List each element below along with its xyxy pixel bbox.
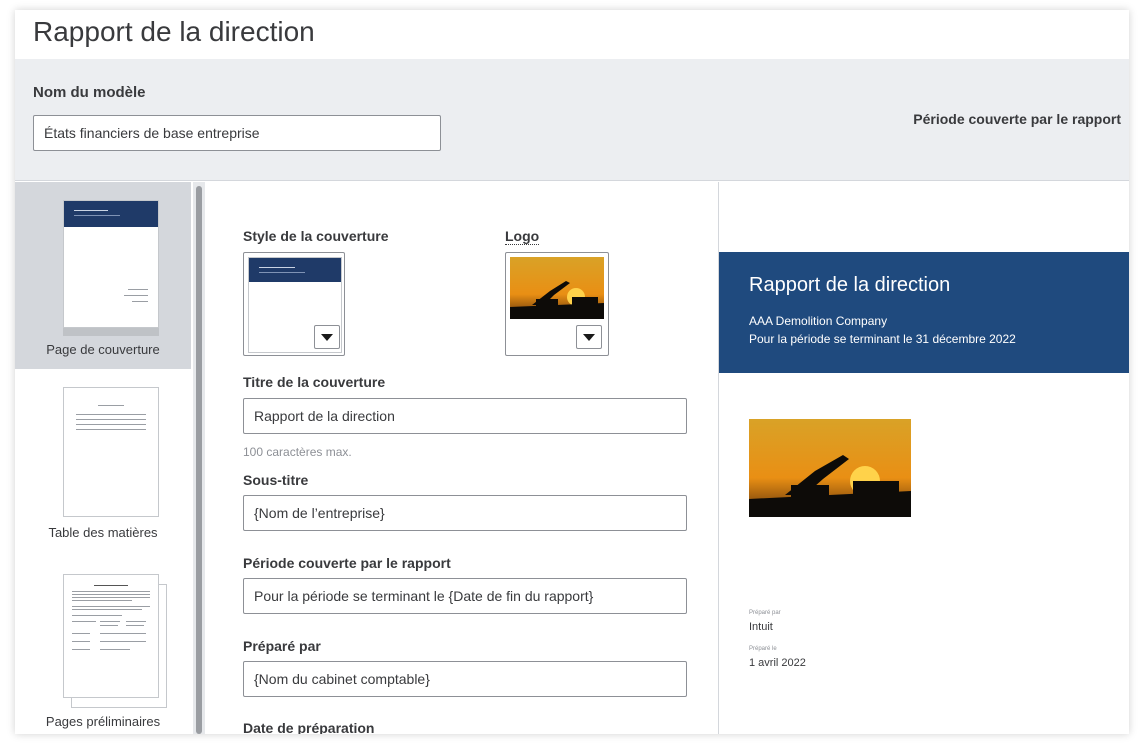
preview-prepared-by-caption: Préparé par — [749, 610, 781, 616]
preview-prepared-on-caption: Préparé le — [749, 646, 777, 652]
logo-label[interactable]: Logo — [505, 228, 540, 245]
logo-dropdown-button[interactable] — [576, 325, 602, 349]
preview-company: AAA Demolition Company — [749, 314, 888, 328]
template-header: Nom du modèle Période couverte par le ra… — [15, 59, 1129, 181]
cover-title-input[interactable] — [243, 398, 687, 434]
scrollbar-thumb[interactable] — [196, 186, 202, 734]
cover-style-label: Style de la couverture — [243, 228, 389, 244]
sidebar-item-label: Page de couverture — [46, 342, 160, 357]
caret-down-icon — [583, 333, 595, 341]
sidebar-item-label: Table des matières — [48, 525, 158, 540]
section-sidebar: Page de couverture Table des matières Pa… — [15, 182, 191, 734]
preview-period: Pour la période se terminant le 31 décem… — [749, 332, 1016, 346]
preparation-date-label: Date de préparation — [243, 720, 375, 734]
subtitle-label: Sous-titre — [243, 472, 309, 488]
prepared-by-input[interactable] — [243, 661, 687, 697]
preview-prepared-by: Intuit — [749, 621, 773, 633]
sidebar-item-label: Pages préliminaires — [45, 714, 161, 729]
caret-down-icon — [321, 333, 333, 341]
sidebar-item-preliminary-pages[interactable]: Pages préliminaires — [15, 554, 191, 734]
logo-picker[interactable] — [505, 252, 609, 356]
thumbnail-header-band — [64, 201, 158, 227]
report-period-input[interactable] — [243, 578, 687, 614]
subtitle-input[interactable] — [243, 495, 687, 531]
preview-header-band: Rapport de la direction AAA Demolition C… — [719, 252, 1129, 373]
report-period-header: Période couverte par le rapport — [913, 111, 1121, 127]
thumbnail-page-stack — [63, 328, 159, 336]
cover-title-label: Titre de la couverture — [243, 374, 386, 390]
report-window: Rapport de la direction Nom du modèle Pé… — [15, 10, 1129, 734]
style-thumbnail-header — [249, 258, 341, 282]
preview-logo-image — [749, 419, 911, 517]
cover-title-hint: 100 caractères max. — [243, 445, 352, 459]
cover-preview: Rapport de la direction AAA Demolition C… — [718, 182, 1129, 734]
cover-page-thumbnail — [63, 200, 159, 328]
cover-style-picker[interactable] — [243, 252, 345, 356]
preview-title: Rapport de la direction — [749, 274, 951, 296]
sidebar-item-table-of-contents[interactable]: Table des matières — [15, 369, 191, 554]
report-period-label: Période couverte par le rapport — [243, 555, 451, 571]
preliminary-page-thumbnail — [63, 574, 159, 698]
preview-prepared-on: 1 avril 2022 — [749, 657, 806, 669]
cover-style-dropdown-button[interactable] — [314, 325, 340, 349]
page-title: Rapport de la direction — [33, 16, 315, 47]
prepared-by-label: Préparé par — [243, 638, 321, 654]
model-name-label: Nom du modèle — [33, 84, 146, 101]
logo-image — [510, 257, 604, 319]
model-name-input[interactable] — [33, 115, 441, 151]
toc-page-thumbnail — [63, 387, 159, 517]
sidebar-item-cover-page[interactable]: Page de couverture — [15, 182, 191, 369]
sidebar-scrollbar[interactable] — [193, 182, 205, 734]
